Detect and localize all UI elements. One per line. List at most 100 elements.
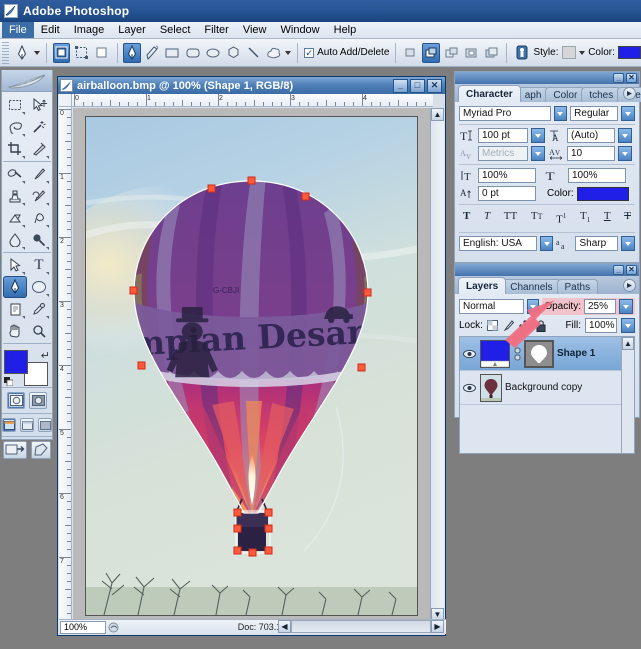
faux-italic-icon[interactable]: T (484, 210, 490, 226)
menu-item-view[interactable]: View (236, 22, 274, 38)
layer-style-icon[interactable] (513, 43, 530, 63)
layers-palette-titlebar[interactable]: _ ✕ (455, 264, 639, 276)
menu-item-edit[interactable]: Edit (34, 22, 67, 38)
close-palette-button[interactable]: ✕ (626, 73, 637, 83)
layer-thumbnail-fill[interactable] (480, 339, 510, 368)
menu-item-layer[interactable]: Layer (111, 22, 153, 38)
canvas-vertical-scrollbar[interactable]: ▲ ▼ (430, 108, 444, 621)
minimize-button[interactable]: _ (393, 78, 408, 93)
layer-thumbnail-vector-mask[interactable] (524, 339, 554, 368)
layer-list-scrollbar[interactable]: ▲ (621, 337, 634, 453)
subscript-icon[interactable]: T1 (580, 210, 590, 226)
scroll-left-button[interactable]: ◀ (278, 620, 291, 633)
blur-tool[interactable] (3, 229, 27, 251)
tool-preset-picker[interactable] (14, 43, 31, 63)
font-family-field[interactable]: Myriad Pro (459, 106, 551, 121)
slice-tool[interactable] (27, 138, 51, 160)
all-caps-icon[interactable]: TT (504, 210, 517, 226)
layer-scroll-up-button[interactable]: ▲ (622, 337, 634, 350)
full-screen-icon[interactable] (38, 418, 52, 432)
quick-mask-mode-icon[interactable] (29, 392, 47, 409)
vertical-scale-field[interactable]: 100% (478, 168, 536, 183)
palette-menu-icon[interactable] (623, 279, 636, 292)
kerning-chevron-down-icon[interactable] (531, 146, 545, 161)
antialias-field[interactable]: Sharp (575, 236, 619, 252)
history-brush-tool[interactable] (27, 185, 51, 207)
opacity-field[interactable]: 25% (584, 299, 616, 314)
minimize-palette-button[interactable]: _ (613, 265, 624, 275)
minimize-palette-button[interactable]: _ (613, 73, 624, 83)
auto-add-delete-checkbox[interactable]: ✓ (304, 48, 315, 59)
foreground-color-swatch[interactable] (4, 350, 28, 374)
swap-colors-icon[interactable]: ↵ (41, 349, 50, 362)
magic-wand-tool[interactable] (27, 116, 51, 138)
type-tool[interactable]: T (27, 254, 51, 276)
palette-menu-icon[interactable] (623, 87, 636, 100)
lock-transparency-icon[interactable] (487, 320, 499, 332)
kerning-field[interactable]: Metrics (478, 146, 528, 161)
tab-layers[interactable]: Layers (458, 277, 507, 294)
document-title-bar[interactable]: airballoon.bmp @ 100% (Shape 1, RGB/8) _… (58, 77, 445, 94)
lock-image-icon[interactable] (503, 320, 515, 332)
scroll-track-horizontal[interactable] (291, 620, 431, 633)
freeform-pen-icon[interactable] (144, 43, 161, 63)
character-palette-titlebar[interactable]: _ ✕ (455, 72, 639, 84)
antialias-chevron-down-icon[interactable] (621, 236, 636, 252)
rounded-rectangle-icon[interactable] (184, 43, 201, 63)
layer-row-background-copy[interactable]: Background copy (460, 371, 634, 405)
zoom-level-field[interactable]: 100% (60, 620, 106, 634)
ellipse-shape-tool[interactable] (27, 276, 51, 298)
scroll-up-button[interactable]: ▲ (431, 108, 444, 121)
toolbox-header[interactable] (2, 70, 52, 92)
leading-chevron-down-icon[interactable] (618, 128, 632, 143)
character-color-swatch[interactable] (576, 186, 629, 201)
canvas-scroll-area[interactable]: Impian Desaru G-CBJI (73, 108, 433, 621)
fill-pixels-icon[interactable] (93, 43, 110, 63)
style-swatch[interactable] (561, 46, 577, 59)
ruler-corner[interactable] (59, 94, 72, 107)
lock-position-icon[interactable] (519, 319, 531, 332)
paths-icon[interactable] (73, 43, 90, 63)
horizontal-ruler[interactable]: 012345 (72, 94, 433, 107)
path-selection-tool[interactable] (3, 254, 27, 276)
eraser-tool[interactable] (3, 207, 27, 229)
pen-tool-icon[interactable] (123, 42, 141, 63)
layer-name-background-copy[interactable]: Background copy (505, 382, 582, 393)
intersect-shape-icon[interactable] (443, 43, 460, 63)
font-family-chevron-down-icon[interactable] (553, 106, 568, 121)
default-colors-icon[interactable] (4, 377, 14, 387)
strikethrough-icon[interactable]: T (624, 210, 631, 226)
brush-tool[interactable] (27, 163, 51, 185)
font-style-chevron-down-icon[interactable] (621, 106, 635, 121)
jump-to-imageready-icon[interactable] (3, 441, 27, 459)
baseline-shift-field[interactable]: 0 pt (478, 186, 536, 201)
standard-screen-mode-icon[interactable] (2, 418, 16, 432)
layer-list[interactable]: Shape 1 Background copy ▲ (459, 336, 635, 454)
custom-shape-icon[interactable] (265, 43, 282, 63)
language-chevron-down-icon[interactable] (539, 236, 554, 252)
maximize-button[interactable]: □ (410, 78, 425, 93)
dodge-tool[interactable] (27, 229, 51, 251)
full-screen-with-menubar-icon[interactable] (20, 418, 34, 432)
options-bar-grip[interactable] (2, 41, 9, 64)
layer-name-shape-1[interactable]: Shape 1 (557, 348, 595, 359)
small-caps-icon[interactable]: TT (531, 210, 543, 226)
eyedropper-tool[interactable] (27, 298, 51, 320)
tracking-chevron-down-icon[interactable] (618, 146, 632, 161)
healing-brush-tool[interactable] (3, 163, 27, 185)
hand-tool[interactable] (3, 320, 27, 342)
opacity-slider-chevron-icon[interactable] (619, 299, 633, 314)
tab-swatches[interactable]: tches (581, 87, 622, 102)
auto-add-delete-option[interactable]: ✓ Auto Add/Delete (304, 47, 389, 59)
layer-row-shape-1[interactable]: Shape 1 (460, 337, 634, 371)
subtract-from-shape-icon[interactable] (422, 42, 440, 63)
lock-all-icon[interactable] (535, 319, 547, 332)
rectangle-icon[interactable] (164, 43, 181, 63)
add-to-shape-icon[interactable] (402, 43, 419, 63)
style-chevron-down-icon[interactable] (579, 50, 586, 55)
foreground-color-swatch[interactable] (617, 46, 641, 59)
fill-slider-chevron-icon[interactable] (621, 318, 635, 333)
close-palette-button[interactable]: ✕ (626, 265, 637, 275)
menu-item-file[interactable]: File (2, 22, 34, 38)
layer-thumbnail-photo[interactable] (480, 373, 502, 402)
